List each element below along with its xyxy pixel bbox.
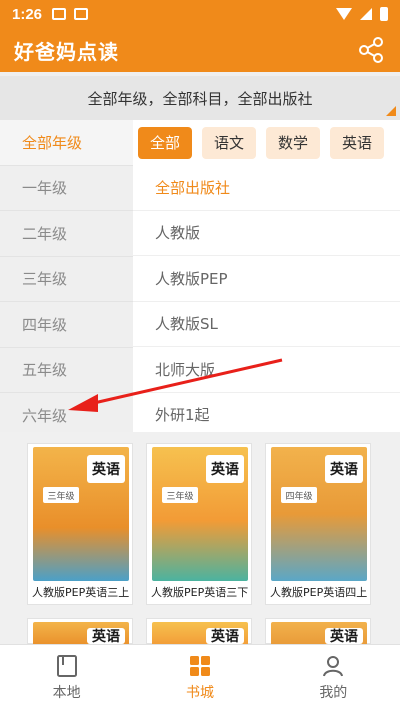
bottom-tab-bar: 本地 书城 我的: [0, 644, 400, 710]
person-icon: [323, 655, 344, 676]
book-cover: 英语: [271, 622, 367, 646]
cover-title: 英语: [87, 628, 125, 645]
book-cover: 英语 四年级: [271, 447, 367, 581]
book-card[interactable]: 英语 四年级 人教版PEP英语四上: [265, 443, 371, 605]
book-icon: [56, 654, 77, 677]
grade-item[interactable]: 一年级: [0, 166, 133, 211]
book-cover: 英语 三年级: [152, 447, 248, 581]
cover-grade: 三年级: [43, 487, 79, 503]
tab-store[interactable]: 书城: [133, 645, 266, 710]
cover-title: 英语: [325, 628, 363, 645]
share-icon[interactable]: [356, 35, 386, 65]
book-card[interactable]: 英语: [146, 618, 252, 646]
subject-chip[interactable]: 英语: [330, 126, 385, 159]
book-card[interactable]: 英语: [265, 618, 371, 646]
book-title: 人教版PEP英语三下: [151, 586, 249, 599]
cover-title: 英语: [206, 455, 244, 483]
filter-corner-icon: [386, 106, 396, 116]
cover-title: 英语: [87, 455, 125, 483]
book-card[interactable]: 英语 三年级 人教版PEP英语三下: [146, 443, 252, 605]
notification-icon: [52, 8, 67, 20]
cover-grade: 四年级: [281, 487, 317, 503]
filter-options-panel: 全部 语文 数学 英语 全部出版社 人教版 人教版PEP 人教版SL 北师大版 …: [133, 120, 400, 438]
book-card[interactable]: 英语: [27, 618, 133, 646]
store-icon: [189, 655, 210, 676]
book-title: 人教版PEP英语四上: [270, 586, 368, 599]
publisher-item[interactable]: 人教版PEP: [133, 256, 400, 302]
book-title: 人教版PEP英语三上: [32, 586, 130, 599]
grade-item[interactable]: 全部年级: [0, 120, 133, 166]
publisher-item[interactable]: 全部出版社: [133, 165, 400, 211]
battery-icon: [380, 7, 388, 21]
subject-chips: 全部 语文 数学 英语: [133, 120, 400, 165]
book-grid: 英语 三年级 人教版PEP英语三上 英语 三年级 人教版PEP英语三下 英语 四…: [0, 432, 400, 646]
cover-title: 英语: [206, 628, 244, 645]
publisher-item[interactable]: 人教版SL: [133, 302, 400, 347]
subject-chip[interactable]: 数学: [266, 126, 321, 159]
cover-grade: 三年级: [162, 487, 198, 503]
subject-chip[interactable]: 语文: [202, 126, 257, 159]
grade-item[interactable]: 四年级: [0, 302, 133, 348]
signal-icon: [360, 8, 372, 20]
tab-label: 我的: [319, 684, 348, 701]
wifi-icon: [336, 8, 352, 20]
book-cover: 英语 三年级: [33, 447, 129, 581]
cover-title: 英语: [325, 455, 363, 483]
tab-local[interactable]: 本地: [0, 645, 133, 710]
grade-item[interactable]: 五年级: [0, 348, 133, 393]
app-notification-icon: [74, 8, 89, 20]
app-bar: 好爸妈点读: [0, 28, 400, 72]
app-title: 好爸妈点读: [14, 39, 119, 64]
tab-label: 书城: [185, 684, 214, 701]
filter-summary-bar[interactable]: 全部年级，全部科目，全部出版社: [0, 76, 400, 120]
status-bar: 1:26: [0, 0, 400, 28]
subject-chip[interactable]: 全部: [138, 126, 193, 159]
tab-mine[interactable]: 我的: [267, 645, 400, 710]
tab-label: 本地: [52, 684, 81, 701]
status-time: 1:26: [12, 5, 43, 23]
grade-item[interactable]: 二年级: [0, 211, 133, 257]
publisher-item[interactable]: 北师大版: [133, 347, 400, 393]
book-cover: 英语: [152, 622, 248, 646]
publisher-item[interactable]: 人教版: [133, 211, 400, 256]
filter-summary-text: 全部年级，全部科目，全部出版社: [87, 89, 313, 108]
grade-list: 全部年级 一年级 二年级 三年级 四年级 五年级 六年级: [0, 120, 133, 439]
book-cover: 英语: [33, 622, 129, 646]
grade-item[interactable]: 三年级: [0, 257, 133, 302]
book-card[interactable]: 英语 三年级 人教版PEP英语三上: [27, 443, 133, 605]
